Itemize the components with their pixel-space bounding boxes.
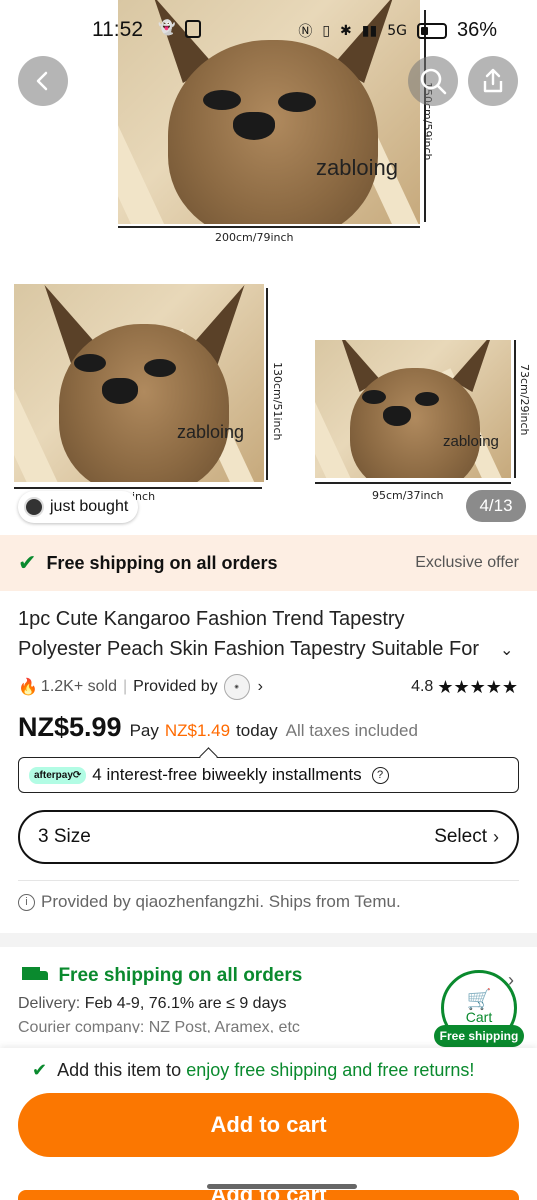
battery-icon xyxy=(416,22,447,39)
chevron-right-icon[interactable]: › xyxy=(258,678,263,696)
status-time: 11:52 xyxy=(92,18,143,41)
signal-icon: ▮▮ xyxy=(361,22,378,39)
size-label: 3 Size xyxy=(38,826,91,847)
rating-value: 4.8 xyxy=(411,678,434,695)
product-photo-medium: zabloing xyxy=(14,284,264,482)
product-meta-row: 🔥 1.2K+ sold | Provided by ◉ › 4.8 ★★★★★ xyxy=(18,674,518,700)
afterpay-installments[interactable]: afterpay⟳ 4 interest-free biweekly insta… xyxy=(18,757,519,793)
price-row: NZ$5.99 Pay NZ$1.49 today All taxes incl… xyxy=(18,712,528,752)
back-button[interactable] xyxy=(18,56,68,106)
help-icon[interactable]: ? xyxy=(371,766,389,784)
product-title-block[interactable]: 1pc Cute Kangaroo Fashion Trend Tapestry… xyxy=(18,604,518,664)
flame-icon: 🔥 xyxy=(18,679,38,696)
expand-title-chevron-icon[interactable]: ⌄ xyxy=(500,640,537,660)
nfc-icon: Ⓝ xyxy=(298,23,313,40)
exclusive-offer-label: Exclusive offer xyxy=(415,554,519,571)
battery-percent: 36% xyxy=(456,19,497,41)
taxes-label: All taxes included xyxy=(285,721,418,740)
free-shipping-banner[interactable]: ✔ Free shipping on all orders Exclusive … xyxy=(0,535,537,591)
sold-count: 1.2K+ sold xyxy=(40,678,117,695)
instagram-icon xyxy=(185,20,202,38)
courier-label: Courier company: xyxy=(18,1019,145,1033)
note-prefix: Add this item to xyxy=(57,1060,182,1080)
chevron-left-icon xyxy=(36,71,48,91)
photo-caption: zabloing xyxy=(177,422,245,442)
network-type-icon: 5G xyxy=(387,22,407,39)
share-button[interactable] xyxy=(468,56,518,106)
divider xyxy=(18,880,519,881)
chevron-right-icon: › xyxy=(493,826,499,847)
provided-by-info: i Provided by qiaozhenfangzhi. Ships fro… xyxy=(18,892,401,912)
store-logo[interactable]: ◉ xyxy=(223,674,250,700)
delivery-value: Feb 4-9, 76.1% are ≤ 9 days xyxy=(84,995,287,1012)
divider: | xyxy=(122,678,128,695)
courier-value: NZ Post, Aramex, etc xyxy=(148,1019,300,1033)
select-label: Select xyxy=(434,826,487,847)
just-bought-label: just bought xyxy=(50,498,129,515)
delivery-title: Free shipping on all orders xyxy=(58,965,303,986)
cart-icon: 🛒 xyxy=(466,989,492,1011)
add-to-cart-button[interactable]: Add to cart xyxy=(18,1093,519,1157)
image-counter: 4/13 xyxy=(466,490,526,522)
status-bar: 11:52 👻 Ⓝ ▯ ✱ ▮▮ 5G 36% xyxy=(0,0,537,60)
price: NZ$5.99 xyxy=(18,712,122,742)
delivery-label: Delivery: xyxy=(18,995,81,1012)
vibrate-icon: ▯ xyxy=(322,22,331,39)
home-indicator[interactable] xyxy=(207,1184,357,1189)
just-bought-badge: just bought xyxy=(18,491,139,523)
free-shipping-note: ✔ Add this item to enjoy free shipping a… xyxy=(32,1060,474,1081)
info-icon: i xyxy=(18,893,35,911)
rating[interactable]: 4.8 ★★★★★ xyxy=(411,677,518,698)
provided-by-label[interactable]: Provided by xyxy=(133,678,218,696)
snapchat-icon: 👻 xyxy=(158,20,176,36)
pay-today-label: today xyxy=(236,721,278,740)
height-label: 130cm/51inch xyxy=(271,362,284,441)
free-shipping-badge: Free shipping xyxy=(434,1025,524,1047)
width-label: 95cm/37inch xyxy=(372,489,444,502)
section-separator xyxy=(0,933,537,947)
pay-today-amount: NZ$1.49 xyxy=(164,721,231,740)
product-title: 1pc Cute Kangaroo Fashion Trend Tapestry… xyxy=(18,608,479,660)
cart-label: Cart xyxy=(465,1009,493,1025)
secondary-add-to-cart-button[interactable]: Add to cart xyxy=(18,1190,519,1200)
search-icon xyxy=(420,68,447,95)
height-label: 73cm/29inch xyxy=(518,364,531,436)
note-highlight: enjoy free shipping and free returns! xyxy=(186,1060,475,1080)
truck-icon xyxy=(18,967,48,985)
banner-title: Free shipping on all orders xyxy=(46,552,278,573)
afterpay-text: 4 interest-free biweekly installments xyxy=(92,765,362,784)
star-rating-icon: ★★★★★ xyxy=(437,676,518,697)
size-select[interactable]: 3 Size Select › xyxy=(18,810,519,864)
provided-by-text: Provided by qiaozhenfangzhi. Ships from … xyxy=(41,892,401,911)
check-icon: ✔ xyxy=(32,1060,48,1080)
afterpay-logo: afterpay⟳ xyxy=(29,766,87,784)
photo-caption: zabloing xyxy=(316,155,398,180)
bottom-action-bar: ✔ Add this item to enjoy free shipping a… xyxy=(0,1048,537,1200)
product-photo-small: zabloing xyxy=(315,340,511,478)
avatar xyxy=(24,497,44,517)
share-icon xyxy=(483,68,503,93)
pay-label: Pay xyxy=(129,721,159,740)
search-button[interactable] xyxy=(408,56,458,106)
bluetooth-icon: ✱ xyxy=(340,22,352,39)
width-label: 200cm/79inch xyxy=(215,231,294,244)
check-icon: ✔ xyxy=(18,550,37,575)
photo-caption: zabloing xyxy=(443,433,499,450)
